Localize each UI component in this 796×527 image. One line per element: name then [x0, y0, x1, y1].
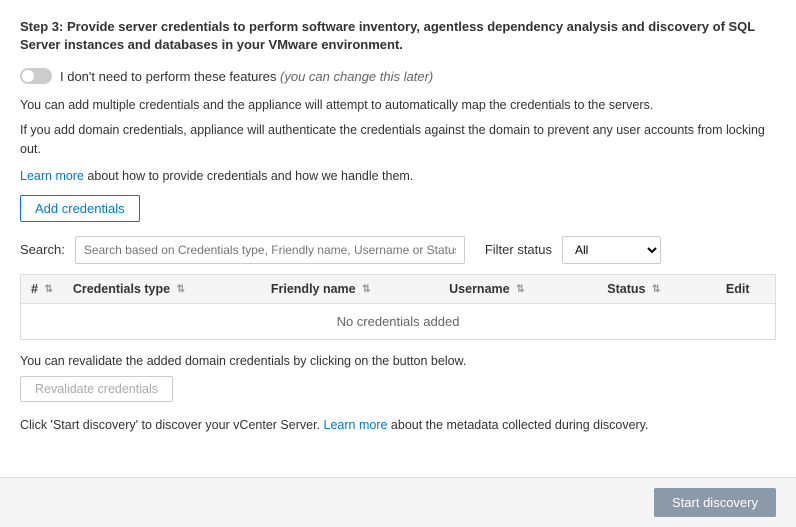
info-text-1: You can add multiple credentials and the…	[20, 96, 776, 115]
toggle-knob	[22, 70, 34, 82]
col-edit: Edit	[716, 274, 776, 303]
search-label: Search:	[20, 242, 65, 257]
sort-icon-hash: ⇅	[44, 284, 52, 295]
sort-icon-friendly-name: ⇅	[362, 284, 370, 295]
col-status: Status ⇅	[597, 274, 716, 303]
search-input[interactable]	[75, 236, 465, 264]
step-title: Step 3: Provide server credentials to pe…	[20, 18, 776, 54]
discovery-text-suffix: about the metadata collected during disc…	[387, 418, 648, 432]
col-friendly-name: Friendly name ⇅	[261, 274, 439, 303]
discovery-section: Click 'Start discovery' to discover your…	[20, 416, 776, 435]
add-credentials-button[interactable]: Add credentials	[20, 195, 140, 222]
revalidate-section: You can revalidate the added domain cred…	[20, 354, 776, 402]
filter-status-select[interactable]: All Valid Invalid Not verified	[562, 236, 661, 264]
no-data-row: No credentials added	[21, 303, 776, 339]
table-body: No credentials added	[21, 303, 776, 339]
sort-icon-credentials-type: ⇅	[177, 284, 185, 295]
revalidate-credentials-button[interactable]: Revalidate credentials	[20, 376, 173, 402]
table-header: # ⇅ Credentials type ⇅ Friendly name ⇅ U…	[21, 274, 776, 303]
search-filter-row: Search: Filter status All Valid Invalid …	[20, 236, 776, 264]
no-data-message: No credentials added	[21, 303, 776, 339]
col-hash: # ⇅	[21, 274, 63, 303]
credentials-table: # ⇅ Credentials type ⇅ Friendly name ⇅ U…	[20, 274, 776, 340]
toggle-label: I don't need to perform these features (…	[60, 69, 433, 84]
skip-features-row: I don't need to perform these features (…	[20, 68, 776, 84]
learn-more-row: Learn more about how to provide credenti…	[20, 169, 776, 183]
revalidate-text: You can revalidate the added domain cred…	[20, 354, 776, 368]
skip-features-toggle[interactable]	[20, 68, 52, 84]
bottom-bar: Start discovery	[0, 477, 796, 527]
discovery-text-prefix: Click 'Start discovery' to discover your…	[20, 418, 324, 432]
col-username: Username ⇅	[439, 274, 597, 303]
start-discovery-button[interactable]: Start discovery	[654, 488, 776, 517]
filter-status-label: Filter status	[485, 242, 552, 257]
sort-icon-username: ⇅	[516, 284, 524, 295]
info-text-2: If you add domain credentials, appliance…	[20, 121, 776, 159]
col-credentials-type: Credentials type ⇅	[63, 274, 261, 303]
learn-more-link[interactable]: Learn more	[20, 169, 84, 183]
discovery-learn-more-link[interactable]: Learn more	[324, 418, 388, 432]
sort-icon-status: ⇅	[652, 284, 660, 295]
learn-more-suffix: about how to provide credentials and how…	[84, 169, 413, 183]
